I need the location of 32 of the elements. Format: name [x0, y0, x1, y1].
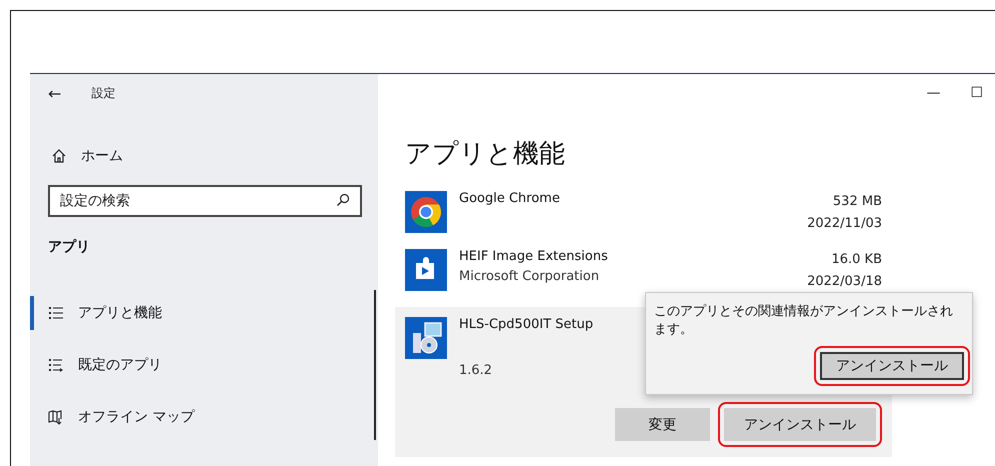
page-title: アプリと機能: [405, 138, 566, 171]
window-control-button[interactable]: —: [926, 85, 940, 101]
home-icon: [51, 148, 67, 164]
confirm-uninstall-button[interactable]: アンインストール: [820, 352, 964, 380]
window-title: 設定: [91, 84, 116, 102]
sidebar-item[interactable]: オフライン マップ: [30, 400, 378, 434]
search-icon: [336, 193, 350, 207]
sidebar-item[interactable]: 既定のアプリ: [30, 348, 378, 382]
scrollbar[interactable]: [374, 290, 376, 440]
uninstall-button[interactable]: アンインストール: [724, 408, 876, 442]
list-icon: [48, 305, 64, 321]
back-button[interactable]: ←: [48, 84, 62, 102]
section-heading: アプリ: [48, 238, 91, 256]
app-name: HLS-Cpd500IT Setup: [459, 317, 594, 332]
app-size: 532 MB: [832, 193, 882, 211]
puzzle-play-icon: [405, 249, 447, 292]
installer-icon: [405, 317, 447, 360]
map-icon: [48, 409, 64, 425]
app-name: HEIF Image Extensions: [459, 249, 608, 264]
app-size: 16.0 KB: [830, 251, 882, 270]
search-field[interactable]: 設定の検索: [48, 185, 362, 217]
list-arrow-icon: [48, 357, 64, 373]
home-link[interactable]: ホーム: [30, 139, 378, 173]
app-publisher: Microsoft Corporation: [459, 269, 600, 284]
browser-logo-icon: [405, 191, 447, 233]
app-row[interactable]: Google Chrome 532 MB 2022/11/03: [395, 191, 892, 250]
window-control-button[interactable]: ☐: [970, 85, 983, 101]
change-button[interactable]: 変更: [615, 408, 710, 442]
install-date: 2022/03/18: [807, 273, 882, 292]
app-name: Google Chrome: [459, 191, 560, 206]
app-version: 1.6.2: [459, 363, 492, 378]
install-date: 2022/11/03: [807, 215, 882, 234]
